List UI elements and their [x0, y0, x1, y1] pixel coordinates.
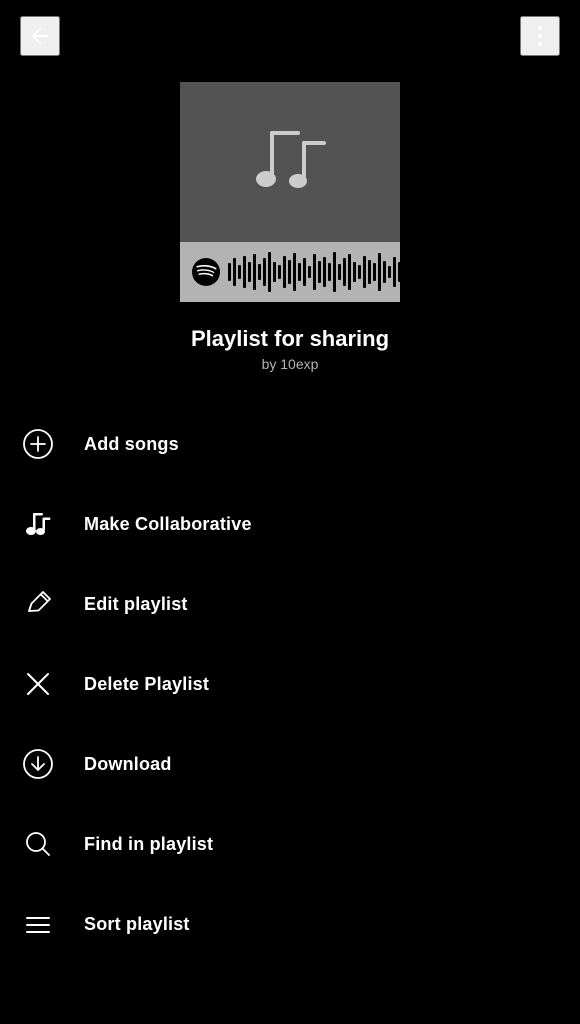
album-art: [180, 82, 400, 302]
dot: [538, 42, 542, 46]
sort-playlist-label: Sort playlist: [84, 914, 190, 935]
spotify-logo-icon: [192, 258, 220, 286]
playlist-info: Playlist for sharing by 10exp: [0, 326, 580, 372]
sort-icon: [20, 906, 56, 942]
menu-item-download[interactable]: Download: [20, 724, 560, 804]
menu-item-make-collaborative[interactable]: Make Collaborative: [20, 484, 560, 564]
menu-list: Add songs Make Collaborative Edit playli…: [0, 404, 580, 964]
music-note-icon: [20, 506, 56, 542]
download-label: Download: [84, 754, 172, 775]
edit-playlist-label: Edit playlist: [84, 594, 188, 615]
add-songs-label: Add songs: [84, 434, 179, 455]
x-icon: [20, 666, 56, 702]
music-note-area: [180, 82, 400, 242]
menu-item-add-songs[interactable]: Add songs: [20, 404, 560, 484]
add-circle-icon: [20, 426, 56, 462]
spotify-code-barcode: [228, 252, 400, 292]
playlist-author: by 10exp: [0, 356, 580, 372]
more-options-button[interactable]: [520, 16, 560, 56]
download-icon: [20, 746, 56, 782]
make-collaborative-label: Make Collaborative: [84, 514, 252, 535]
dot: [538, 34, 542, 38]
music-note-art-icon: [240, 117, 340, 207]
pencil-icon: [20, 586, 56, 622]
search-icon: [20, 826, 56, 862]
menu-item-find-in-playlist[interactable]: Find in playlist: [20, 804, 560, 884]
playlist-title: Playlist for sharing: [0, 326, 580, 352]
menu-item-sort-playlist[interactable]: Sort playlist: [20, 884, 560, 964]
menu-item-delete-playlist[interactable]: Delete Playlist: [20, 644, 560, 724]
album-art-container: [0, 82, 580, 302]
find-in-playlist-label: Find in playlist: [84, 834, 213, 855]
delete-playlist-label: Delete Playlist: [84, 674, 209, 695]
spotify-bar: [180, 242, 400, 302]
back-button[interactable]: [20, 16, 60, 56]
header: [0, 0, 580, 72]
menu-item-edit-playlist[interactable]: Edit playlist: [20, 564, 560, 644]
dot: [538, 26, 542, 30]
